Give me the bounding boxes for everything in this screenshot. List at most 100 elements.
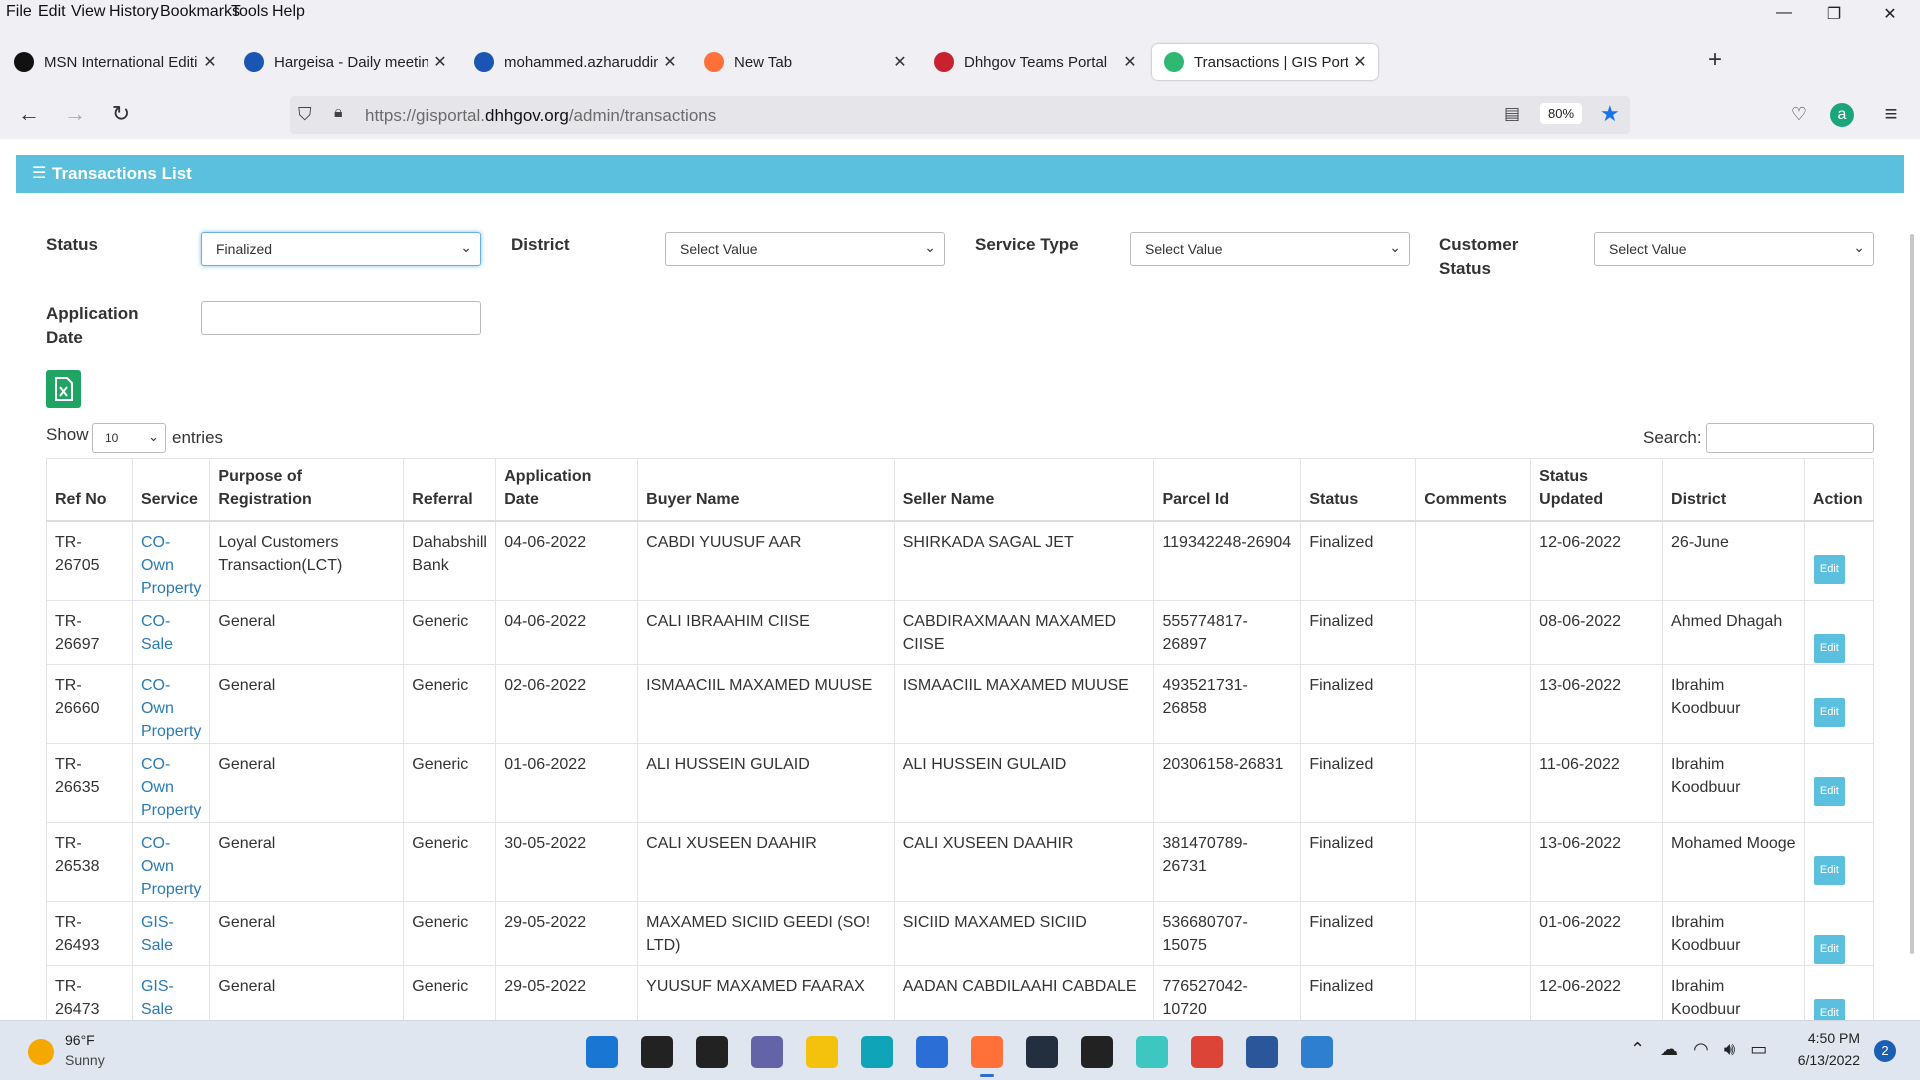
menu-help[interactable]: Help bbox=[272, 3, 305, 21]
table-search-input[interactable] bbox=[1706, 423, 1874, 453]
menu-file[interactable]: File bbox=[6, 3, 32, 21]
menu-edit[interactable]: Edit bbox=[38, 3, 66, 21]
browser-tab[interactable]: mohammed.azharuddin, mukth✕ bbox=[462, 44, 688, 80]
app-menu-icon[interactable]: ≡ bbox=[1876, 100, 1906, 130]
close-tab-icon[interactable]: ✕ bbox=[658, 52, 682, 72]
zoom-level-badge[interactable]: 80% bbox=[1540, 103, 1583, 124]
url-text[interactable]: https://gisportal.dhhgov.org/admin/trans… bbox=[365, 106, 716, 126]
column-header[interactable]: Ref No bbox=[46, 458, 133, 522]
weather-temperature[interactable]: 96°F bbox=[65, 1032, 95, 1048]
column-header[interactable]: Action bbox=[1803, 458, 1875, 522]
weather-description[interactable]: Sunny bbox=[65, 1052, 105, 1068]
reader-view-icon[interactable]: ▤ bbox=[1504, 104, 1520, 124]
browser-tab[interactable]: Dhhgov Teams Portal ✕ bbox=[922, 44, 1148, 80]
close-tab-icon[interactable]: ✕ bbox=[198, 52, 222, 72]
browser-tab[interactable]: MSN International Edition - Wo✕ bbox=[2, 44, 228, 80]
close-tab-icon[interactable]: ✕ bbox=[888, 52, 912, 72]
column-header[interactable]: Status Updated bbox=[1530, 458, 1664, 522]
column-header[interactable]: Application Date bbox=[495, 458, 639, 522]
column-header[interactable]: Parcel Id bbox=[1153, 458, 1302, 522]
menu-view[interactable]: View bbox=[71, 3, 105, 21]
close-tab-icon[interactable]: ✕ bbox=[428, 52, 452, 72]
edit-button[interactable]: Edit bbox=[1813, 634, 1845, 663]
search-icon[interactable] bbox=[641, 1036, 673, 1068]
chrome-icon[interactable] bbox=[1191, 1036, 1223, 1068]
column-header[interactable]: Comments bbox=[1415, 458, 1532, 522]
cell-service[interactable]: CO-Own Property bbox=[131, 822, 211, 902]
messaging-icon[interactable] bbox=[1136, 1036, 1168, 1068]
application-date-input[interactable] bbox=[201, 301, 481, 335]
sun-icon[interactable] bbox=[28, 1039, 54, 1065]
teams-chat-icon[interactable] bbox=[751, 1036, 783, 1068]
battery-icon[interactable]: ▭ bbox=[1750, 1039, 1767, 1059]
column-header[interactable]: Purpose of Registration bbox=[209, 458, 405, 522]
export-excel-button[interactable] bbox=[46, 370, 81, 408]
district-filter-select[interactable]: Select Value ⌄ bbox=[665, 232, 945, 266]
pocket-icon[interactable]: ♡ bbox=[1784, 100, 1814, 130]
cell-service[interactable]: CO-Own Property bbox=[131, 664, 211, 744]
word-icon[interactable] bbox=[1246, 1036, 1278, 1068]
edit-button[interactable]: Edit bbox=[1813, 777, 1845, 806]
forward-icon[interactable]: → bbox=[60, 100, 90, 130]
column-header[interactable]: Seller Name bbox=[893, 458, 1155, 522]
menu-bookmarks[interactable]: Bookmarks bbox=[160, 3, 240, 21]
close-tab-icon[interactable]: ✕ bbox=[1118, 52, 1142, 72]
column-header[interactable]: Referral bbox=[403, 458, 497, 522]
extension-icon[interactable]: a bbox=[1830, 103, 1854, 127]
column-header[interactable]: Service bbox=[131, 458, 211, 522]
edit-button[interactable]: Edit bbox=[1813, 935, 1845, 964]
maximize-button[interactable]: ❐ bbox=[1814, 4, 1854, 24]
menu-history[interactable]: History bbox=[109, 3, 159, 21]
page-scrollbar[interactable] bbox=[1910, 234, 1914, 954]
column-header[interactable]: Status bbox=[1300, 458, 1417, 522]
edit-button[interactable]: Edit bbox=[1813, 555, 1845, 584]
cell-service[interactable]: CO-Own Property bbox=[131, 743, 211, 823]
back-icon[interactable]: ← bbox=[14, 100, 44, 130]
dropbox-icon[interactable] bbox=[1081, 1036, 1113, 1068]
cell-status: Finalized bbox=[1300, 822, 1417, 902]
status-filter-select[interactable]: Finalized ⌄ bbox=[201, 232, 481, 266]
minimize-button[interactable]: — bbox=[1764, 4, 1804, 22]
menu-tools[interactable]: Tools bbox=[231, 3, 268, 21]
clock-time[interactable]: 4:50 PM bbox=[1790, 1030, 1860, 1046]
service-type-filter-label: Service Type bbox=[975, 235, 1079, 254]
browser-tab[interactable]: Hargeisa - Daily meetings - Op✕ bbox=[232, 44, 458, 80]
edit-button[interactable]: Edit bbox=[1813, 698, 1845, 727]
tracking-shield-icon[interactable]: ⛉ bbox=[298, 104, 312, 125]
cell-service[interactable]: CO-Sale bbox=[131, 600, 211, 665]
column-header[interactable]: Buyer Name bbox=[637, 458, 895, 522]
task-view-icon[interactable] bbox=[696, 1036, 728, 1068]
browser-tab[interactable]: Transactions | GIS Portal ✕ bbox=[1152, 44, 1378, 80]
edit-button[interactable]: Edit bbox=[1813, 999, 1845, 1020]
close-window-button[interactable]: ✕ bbox=[1870, 4, 1910, 24]
wifi-icon[interactable]: ◠ bbox=[1693, 1039, 1709, 1059]
start-icon[interactable] bbox=[586, 1036, 618, 1068]
cell-service[interactable]: GIS-Sale bbox=[131, 901, 211, 966]
microsoft-store-icon[interactable] bbox=[916, 1036, 948, 1068]
service-type-filter-select[interactable]: Select Value ⌄ bbox=[1130, 232, 1410, 266]
cell-service[interactable]: CO-Own Property bbox=[131, 520, 211, 601]
amazon-icon[interactable] bbox=[1026, 1036, 1058, 1068]
customer-status-filter-select[interactable]: Select Value ⌄ bbox=[1594, 232, 1874, 266]
browser-tab[interactable]: New Tab ✕ bbox=[692, 44, 918, 80]
reload-icon[interactable]: ↻ bbox=[106, 100, 136, 130]
lock-icon[interactable]: 🔒︎ bbox=[334, 104, 343, 122]
system-tray[interactable]: ⌃ ☁ ◠ 🔊︎ ▭ bbox=[1630, 1039, 1767, 1060]
address-bar[interactable]: ⛉ 🔒︎ https://gisportal.dhhgov.org/admin/… bbox=[290, 96, 1630, 134]
clock-date[interactable]: 6/13/2022 bbox=[1790, 1052, 1860, 1068]
close-tab-icon[interactable]: ✕ bbox=[1348, 52, 1372, 72]
new-tab-button[interactable]: + bbox=[1700, 46, 1730, 74]
notification-badge[interactable]: 2 bbox=[1874, 1040, 1896, 1062]
notepad-icon[interactable] bbox=[1301, 1036, 1333, 1068]
chevron-up-icon[interactable]: ⌃ bbox=[1630, 1039, 1645, 1059]
cell-service[interactable]: GIS-Sale bbox=[131, 965, 211, 1020]
onedrive-icon[interactable]: ☁ bbox=[1660, 1039, 1678, 1059]
edit-button[interactable]: Edit bbox=[1813, 856, 1845, 885]
file-explorer-icon[interactable] bbox=[806, 1036, 838, 1068]
bookmark-star-icon[interactable]: ★ bbox=[1600, 101, 1620, 127]
firefox-icon[interactable] bbox=[971, 1036, 1003, 1068]
column-header[interactable]: District bbox=[1662, 458, 1805, 522]
edge-icon[interactable] bbox=[861, 1036, 893, 1068]
entries-per-page-select[interactable]: 10 ⌄ bbox=[92, 423, 166, 453]
volume-icon[interactable]: 🔊︎ bbox=[1724, 1039, 1735, 1059]
